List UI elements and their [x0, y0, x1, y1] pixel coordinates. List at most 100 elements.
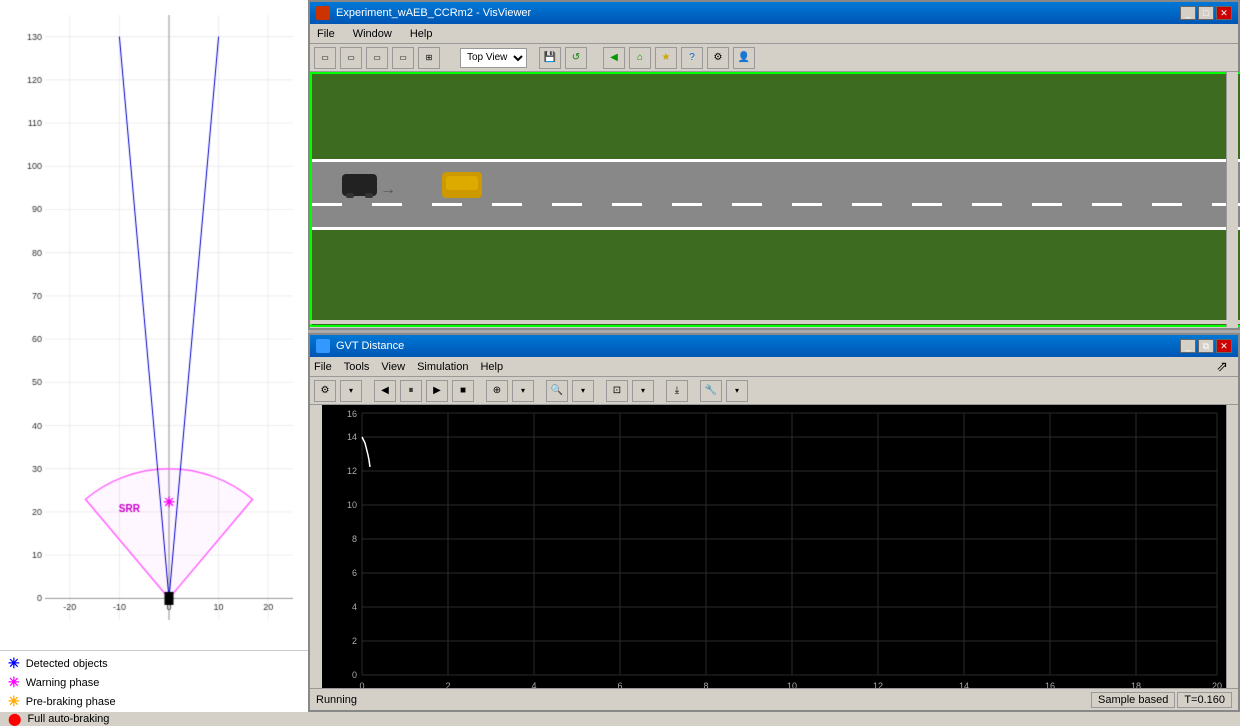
tb-person-button[interactable]: 👤	[733, 47, 755, 69]
gvt-undock-button[interactable]: ⇗	[1216, 358, 1228, 375]
status-time-label: T=0.160	[1177, 692, 1232, 708]
radar-canvas	[0, 0, 308, 650]
vis-scrollbar[interactable]	[1226, 72, 1238, 327]
vis-viewport: →	[310, 72, 1240, 327]
svg-text:6: 6	[352, 568, 357, 578]
gvt-tb-dropdown[interactable]: ▾	[340, 380, 362, 402]
vis-minimize-button[interactable]: _	[1180, 6, 1196, 20]
vis-viewer-window: Experiment_wAEB_CCRm2 - VisViewer _ □ ✕ …	[308, 0, 1240, 330]
tb-btn-5[interactable]: ⊞	[418, 47, 440, 69]
gvt-menubar: File Tools View Simulation Help ⇗	[310, 357, 1238, 377]
tb-btn-2[interactable]: ▭	[340, 47, 362, 69]
gvt-tb-settings[interactable]: ⚙	[314, 380, 336, 402]
svg-text:0: 0	[352, 670, 357, 680]
svg-text:4: 4	[352, 602, 357, 612]
vis-close-button[interactable]: ✕	[1216, 6, 1232, 20]
svg-text:12: 12	[347, 466, 357, 476]
tb-refresh-button[interactable]: ↺	[565, 47, 587, 69]
vis-app-icon	[316, 6, 330, 20]
gvt-toolbar: ⚙ ▾ ◀ ⏸ ▶ ■ ⊕ ▾ 🔍 ▾ ⊡ ▾ ⤓ 🔧 ▾	[310, 377, 1238, 405]
gvt-tb-cross-drop[interactable]: ▾	[512, 380, 534, 402]
gvt-statusbar: Running Sample based T=0.160	[310, 688, 1238, 710]
gvt-tb-zoom[interactable]: 🔍	[546, 380, 568, 402]
legend-item-detected: ✳ Detected objects	[8, 655, 300, 672]
gvt-tb-frame-drop[interactable]: ▾	[632, 380, 654, 402]
car-body	[446, 176, 478, 190]
svg-text:16: 16	[347, 409, 357, 419]
gvt-minimize-button[interactable]: _	[1180, 339, 1196, 353]
legend-detected-label: Detected objects	[26, 658, 108, 670]
legend-item-prebrake: ✳ Pre-braking phase	[8, 693, 300, 710]
gvt-titlebar: GVT Distance _ ⧉ ✕	[310, 335, 1238, 357]
gvt-tb-stop[interactable]: ■	[452, 380, 474, 402]
vis-titlebar: Experiment_wAEB_CCRm2 - VisViewer _ □ ✕	[310, 2, 1238, 24]
svg-text:2: 2	[352, 636, 357, 646]
status-right: Sample based T=0.160	[1091, 692, 1232, 708]
vis-menu-file[interactable]: File	[314, 27, 338, 41]
gvt-menu-view[interactable]: View	[381, 361, 405, 373]
tb-btn-3[interactable]: ▭	[366, 47, 388, 69]
gvt-tb-export[interactable]: ⤓	[666, 380, 688, 402]
tb-help-button[interactable]: ?	[681, 47, 703, 69]
prebrake-icon: ✳	[8, 693, 20, 710]
detected-icon: ✳	[8, 655, 20, 672]
gvt-tb-frame[interactable]: ⊡	[606, 380, 628, 402]
legend-autobrake-label: Full auto-braking	[27, 713, 109, 725]
status-running: Running	[316, 694, 1091, 706]
tb-home-button[interactable]: ⌂	[629, 47, 651, 69]
vis-bottom-bar	[310, 320, 1240, 324]
vis-title: Experiment_wAEB_CCRm2 - VisViewer	[336, 7, 531, 19]
car-yellow	[442, 172, 482, 198]
gvt-menu-help[interactable]: Help	[480, 361, 503, 373]
gvt-tb-config-drop[interactable]: ▾	[726, 380, 748, 402]
arrow-between-cars: →	[380, 181, 396, 199]
vis-maximize-button[interactable]: □	[1198, 6, 1214, 20]
tb-btn-4[interactable]: ▭	[392, 47, 414, 69]
gvt-plot-svg: 0 2 4 6 8 10 12 14 16 0 2 4 6 8 10 12 14…	[322, 405, 1228, 695]
gvt-tb-play[interactable]: ▶	[426, 380, 448, 402]
gvt-close-button[interactable]: ✕	[1216, 339, 1232, 353]
status-sample-label: Sample based	[1091, 692, 1175, 708]
legend-warning-label: Warning phase	[26, 677, 100, 689]
legend-item-autobrake: ⬤ Full auto-braking	[8, 712, 300, 726]
legend-prebrake-label: Pre-braking phase	[26, 696, 116, 708]
gvt-scrollbar[interactable]	[1226, 405, 1238, 695]
gvt-tb-pause[interactable]: ⏸	[400, 380, 422, 402]
gvt-tb-zoom-drop[interactable]: ▾	[572, 380, 594, 402]
svg-text:10: 10	[347, 500, 357, 510]
gvt-window: GVT Distance _ ⧉ ✕ File Tools View Simul…	[308, 333, 1240, 712]
tb-save-button[interactable]: 💾	[539, 47, 561, 69]
gvt-tb-crosshair[interactable]: ⊕	[486, 380, 508, 402]
tb-star-button[interactable]: ★	[655, 47, 677, 69]
gvt-menu-file[interactable]: File	[314, 361, 332, 373]
tb-btn-1[interactable]: ▭	[314, 47, 336, 69]
tb-settings-button[interactable]: ⚙	[707, 47, 729, 69]
vis-menu-help[interactable]: Help	[407, 27, 436, 41]
legend-item-warning: ✳ Warning phase	[8, 674, 300, 691]
gvt-app-icon	[316, 339, 330, 353]
right-area: Experiment_wAEB_CCRm2 - VisViewer _ □ ✕ …	[308, 0, 1240, 712]
svg-text:8: 8	[352, 534, 357, 544]
tb-arrow-back[interactable]: ◀	[603, 47, 625, 69]
legend-panel: ✳ Detected objects ✳ Warning phase ✳ Pre…	[0, 650, 308, 712]
gvt-tb-back[interactable]: ◀	[374, 380, 396, 402]
gvt-menu-simulation[interactable]: Simulation	[417, 361, 468, 373]
gvt-plot: 0 2 4 6 8 10 12 14 16 0 2 4 6 8 10 12 14…	[322, 405, 1228, 695]
car-wheel-fl	[346, 193, 354, 198]
autobrake-icon: ⬤	[8, 712, 21, 726]
vis-window-controls[interactable]: _ □ ✕	[1180, 6, 1232, 20]
vis-menubar: File Window Help	[310, 24, 1238, 44]
road-line-bottom	[312, 227, 1240, 230]
gvt-menu-tools[interactable]: Tools	[344, 361, 370, 373]
car-wheel-rl	[365, 193, 373, 198]
gvt-restore-button[interactable]: ⧉	[1198, 339, 1214, 353]
gvt-tb-config[interactable]: 🔧	[700, 380, 722, 402]
vis-menu-window[interactable]: Window	[350, 27, 395, 41]
vis-toolbar: ▭ ▭ ▭ ▭ ⊞ Top View 💾 ↺ ◀ ⌂ ★ ? ⚙ 👤	[310, 44, 1238, 72]
gvt-title: GVT Distance	[336, 340, 404, 352]
road-dashed-line	[312, 203, 1240, 206]
gvt-window-controls[interactable]: _ ⧉ ✕	[1180, 339, 1232, 353]
svg-text:14: 14	[347, 432, 357, 442]
view-select[interactable]: Top View	[460, 48, 527, 68]
car-black	[342, 174, 377, 196]
